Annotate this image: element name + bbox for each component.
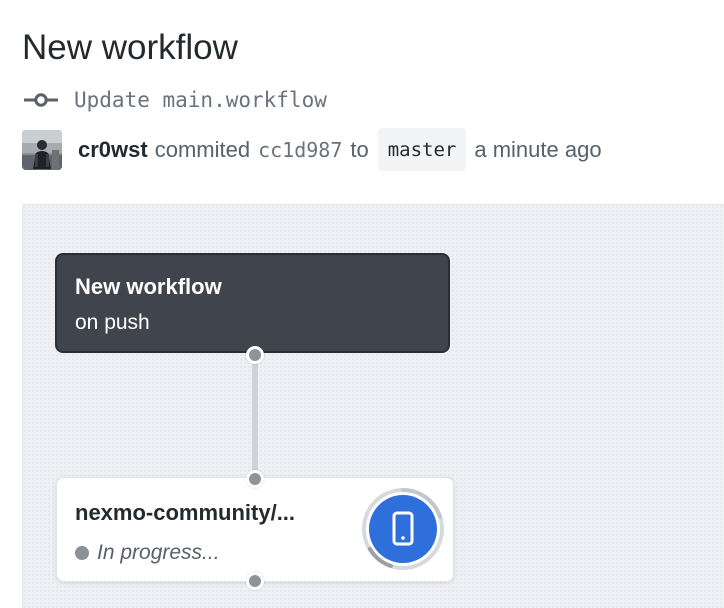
page-title: New workflow [22,28,238,67]
action-input-port[interactable] [246,470,264,488]
commit-time: a minute ago [474,136,602,162]
action-output-port[interactable] [246,572,264,590]
status-text: In progress... [97,541,220,564]
trigger-output-port[interactable] [246,346,264,364]
branch-badge[interactable]: master [377,128,467,171]
commit-sha-link[interactable]: cc1d987 [258,138,342,162]
commit-verb: commited [154,136,251,162]
trigger-event: on push [75,311,150,334]
commit-preposition: to [350,136,369,162]
action-status: In progress... [75,541,220,565]
status-dot-icon [75,546,89,560]
workflow-action-node[interactable]: nexmo-community/... In progress... [56,477,454,582]
mobile-device-icon [360,486,446,572]
commit-meta: cr0wst commited cc1d987 to master a minu… [22,128,602,171]
workflow-trigger-node[interactable]: New workflow on push [55,253,450,353]
avatar[interactable] [22,129,62,170]
commit-summary[interactable]: Update main.workflow [23,84,327,116]
commit-message-link[interactable]: Update main.workflow [74,88,327,112]
commit-icon [23,91,59,109]
commit-author-link[interactable]: cr0wst [78,137,148,163]
workflow-page: New workflow Update main.workflow cr0wst… [0,0,724,608]
workflow-canvas[interactable]: New workflow on push nexmo-community/...… [22,204,724,608]
trigger-title: New workflow [75,274,222,299]
